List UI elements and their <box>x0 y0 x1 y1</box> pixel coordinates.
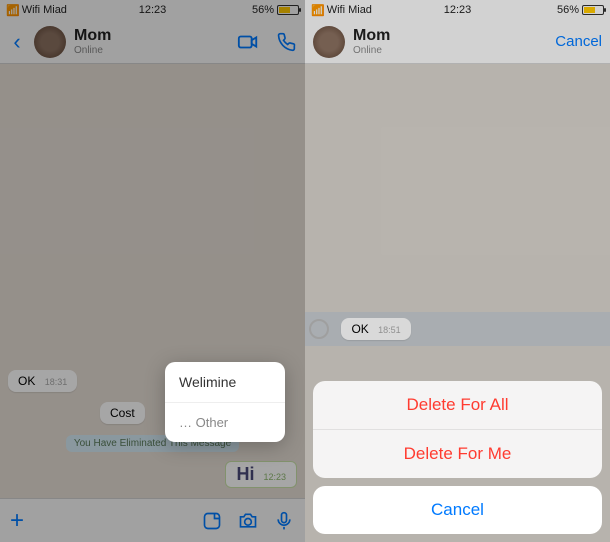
back-button[interactable]: ‹ <box>8 29 26 55</box>
contact-info[interactable]: Mom Online <box>353 27 547 56</box>
status-carrier: 📶 Wifi Miad <box>311 4 372 17</box>
message-time: 12:23 <box>263 472 286 482</box>
status-bar: 📶 Wifi Miad 12:23 56% <box>0 0 305 20</box>
status-battery: 56% <box>557 4 604 16</box>
avatar[interactable] <box>34 26 66 58</box>
left-panel: 📶 Wifi Miad 12:23 56% ‹ Mom Online OK <box>0 0 305 542</box>
chat-header-select-mode: Mom Online Cancel <box>305 20 610 64</box>
message-in[interactable]: OK 18:31 <box>8 370 77 392</box>
input-toolbar: + <box>0 498 305 542</box>
message-in[interactable]: Cost <box>100 402 145 424</box>
context-menu-item-delete[interactable]: Welimine <box>165 362 285 403</box>
phone-call-icon[interactable] <box>275 31 297 53</box>
camera-icon[interactable] <box>237 510 259 532</box>
action-sheet-group: Delete For All Delete For Me <box>313 381 602 478</box>
carrier-text: Wifi Miad <box>22 4 67 16</box>
wifi-icon: 📶 <box>6 4 20 17</box>
message-out-selected[interactable]: Hi 12:23 <box>225 461 297 488</box>
battery-icon <box>277 5 299 15</box>
context-menu: Welimine … Other <box>165 362 285 442</box>
message-time: 18:51 <box>378 325 401 335</box>
attach-button[interactable]: + <box>10 507 24 535</box>
message-time: 18:31 <box>45 377 68 387</box>
battery-pct: 56% <box>252 4 274 16</box>
message-text: OK <box>18 374 35 388</box>
microphone-icon[interactable] <box>273 510 295 532</box>
contact-status: Online <box>353 45 547 56</box>
contact-info[interactable]: Mom Online <box>74 27 229 56</box>
right-panel: 📶 Wifi Miad 12:23 56% Mom Online Cancel … <box>305 0 610 542</box>
cancel-button[interactable]: Cancel <box>555 33 602 50</box>
carrier-text: Wifi Miad <box>327 4 372 16</box>
contact-name: Mom <box>74 27 229 45</box>
context-menu-item-other[interactable]: … Other <box>165 403 285 442</box>
status-time: 12:23 <box>444 4 472 16</box>
status-time: 12:23 <box>139 4 167 16</box>
sticker-icon[interactable] <box>201 510 223 532</box>
message-text: Hi <box>236 464 254 484</box>
message-text: Cost <box>110 406 135 420</box>
message-text: OK <box>351 322 368 336</box>
battery-icon <box>582 5 604 15</box>
wifi-icon: 📶 <box>311 4 325 17</box>
status-carrier: 📶 Wifi Miad <box>6 4 67 17</box>
status-battery: 56% <box>252 4 299 16</box>
avatar[interactable] <box>313 26 345 58</box>
contact-status: Online <box>74 45 229 56</box>
video-call-icon[interactable] <box>237 31 259 53</box>
selection-checkbox[interactable] <box>309 319 329 339</box>
message-in[interactable]: OK 18:51 <box>341 318 410 340</box>
delete-for-all-button[interactable]: Delete For All <box>313 381 602 430</box>
chat-header: ‹ Mom Online <box>0 20 305 64</box>
action-sheet: Delete For All Delete For Me Cancel <box>313 381 602 534</box>
status-bar: 📶 Wifi Miad 12:23 56% <box>305 0 610 20</box>
delete-for-me-button[interactable]: Delete For Me <box>313 430 602 478</box>
contact-name: Mom <box>353 27 547 45</box>
battery-pct: 56% <box>557 4 579 16</box>
action-sheet-cancel-button[interactable]: Cancel <box>313 486 602 534</box>
